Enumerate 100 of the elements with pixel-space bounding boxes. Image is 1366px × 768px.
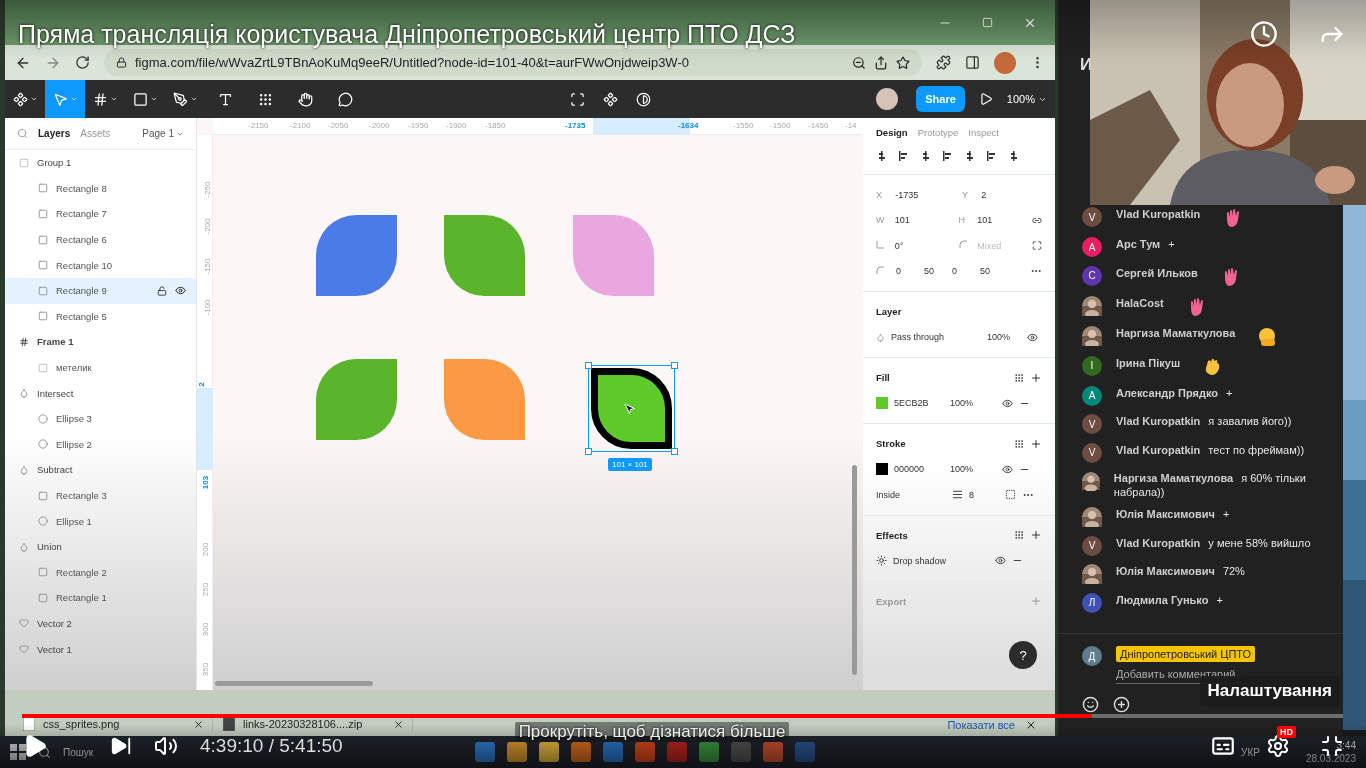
show-all-link[interactable]: Показати все [947,719,1015,731]
square-icon[interactable] [132,91,148,107]
frame-icon[interactable] [92,91,108,107]
caret-icon[interactable] [189,95,198,103]
layer-row[interactable]: Rectangle 3 [5,482,196,509]
play-icon[interactable] [978,92,993,106]
layer-row[interactable]: Rectangle 5 [5,303,196,330]
value-field[interactable]: -1735 [895,189,956,200]
figma-logo-icon[interactable] [12,91,28,107]
close-icon[interactable] [1025,719,1037,731]
language-indicator[interactable]: УКР [1241,746,1260,758]
caret-icon[interactable] [109,95,118,103]
value-field[interactable]: 100% [987,332,1021,343]
close-icon[interactable] [193,718,204,730]
styles-icon[interactable] [1014,530,1024,541]
caret-icon[interactable] [29,95,38,103]
value-field[interactable]: 0° [894,240,953,251]
layer-row[interactable]: Rectangle 1 [5,585,196,611]
layer-row[interactable]: Ellipse 3 [5,405,196,432]
blend-dropdown[interactable]: Pass through [891,332,981,343]
color-swatch[interactable] [876,397,888,410]
add-icon[interactable] [1030,437,1042,450]
settings-icon[interactable] [1266,734,1290,758]
component-icon[interactable] [602,91,618,107]
star-icon[interactable] [896,55,910,70]
caret-icon[interactable] [149,95,158,103]
resources-icon[interactable] [257,91,273,107]
resize-handle[interactable] [671,362,678,369]
download-name[interactable]: css_sprites.png [43,718,185,730]
layer-row[interactable]: Frame 1 [5,329,196,355]
close-icon[interactable] [393,718,404,730]
value-field[interactable]: 101 [894,215,953,226]
value-field[interactable]: 000000 [894,464,944,475]
crop-icon[interactable] [569,91,585,107]
value-field[interactable]: 50 [924,266,946,277]
value-field[interactable]: 101 [977,215,1027,226]
layer-row[interactable]: Union [5,533,196,560]
value-field[interactable]: 100% [950,464,996,475]
eye-icon[interactable] [1002,397,1013,409]
download-name[interactable]: links-20230328106....zip [243,718,385,730]
layer-row[interactable]: Group 1 [5,150,196,176]
layer-row[interactable]: Vector 1 [5,636,196,662]
windows-icon[interactable] [10,744,26,760]
zoom-out-icon[interactable] [852,55,866,70]
expand-icon[interactable] [1032,240,1042,252]
emoji-icon[interactable] [1082,696,1099,713]
side-panel-icon[interactable] [965,55,980,70]
avatar[interactable] [876,88,899,110]
zoom-menu[interactable]: 100% [1006,93,1047,105]
eye-icon[interactable] [1002,463,1013,475]
layer-row[interactable]: Intersect [5,380,196,406]
value-field[interactable]: 100% [950,398,996,409]
styles-icon[interactable] [1014,372,1024,383]
volume-icon[interactable] [154,734,178,758]
align-icon[interactable] [898,150,910,162]
reload-icon[interactable] [75,55,90,70]
value-field[interactable]: 5ECB2B [894,398,944,409]
effect-icon[interactable] [876,555,887,567]
add-icon[interactable] [1030,371,1042,384]
contrast-icon[interactable] [635,91,651,107]
color-swatch[interactable] [876,463,888,476]
align-icon[interactable] [986,150,998,162]
eye-icon[interactable] [1027,331,1038,343]
layer-row[interactable]: Rectangle 6 [5,226,196,253]
styles-icon[interactable] [1014,438,1024,449]
value-field[interactable]: 0 [952,266,974,277]
resize-handle[interactable] [585,362,592,369]
address-field[interactable]: figma.com/file/wWvaZrtL9TBnAoKuMq9eeR/Untitled?node-id=101-40&t=aurFWwOnjdweip3W-0 [104,49,922,76]
value-field[interactable]: 8 [969,489,999,500]
hand-icon[interactable] [297,91,313,107]
layer-row[interactable]: Ellipse 2 [5,431,196,458]
align-icon[interactable] [920,150,932,162]
share-icon[interactable] [874,55,888,70]
eye-icon[interactable] [995,555,1006,567]
align-icon[interactable] [876,150,888,162]
search-icon[interactable] [38,745,51,759]
effect-dropdown[interactable]: Drop shadow [893,555,989,566]
layer-row[interactable]: Subtract [5,457,196,483]
pen-icon[interactable] [172,91,188,107]
scrollbar[interactable] [215,681,373,686]
tab[interactable]: Layers [38,128,71,139]
align-icon[interactable] [964,150,976,162]
stroke-sides-icon[interactable] [1005,489,1016,501]
page-selector[interactable]: Page 1 [142,128,184,139]
value-field[interactable]: 0 [896,266,918,277]
layer-row[interactable]: Rectangle 9 [5,277,196,304]
comment-icon[interactable] [337,91,353,107]
add-icon[interactable] [1113,696,1130,713]
resize-handle[interactable] [585,448,592,455]
layer-row[interactable]: метелик [5,354,196,381]
next-icon[interactable] [110,735,132,757]
unlock-icon[interactable] [157,285,167,296]
layer-row[interactable]: Rectangle 2 [5,559,196,586]
stroke-position-dropdown[interactable]: Inside [876,489,946,500]
layer-row[interactable]: Rectangle 8 [5,175,196,202]
extensions-icon[interactable] [936,55,951,70]
value-field[interactable]: 2 [981,189,1042,200]
resize-handle[interactable] [671,448,678,455]
maximize-icon[interactable] [982,17,993,28]
scrollbar[interactable] [852,465,857,675]
